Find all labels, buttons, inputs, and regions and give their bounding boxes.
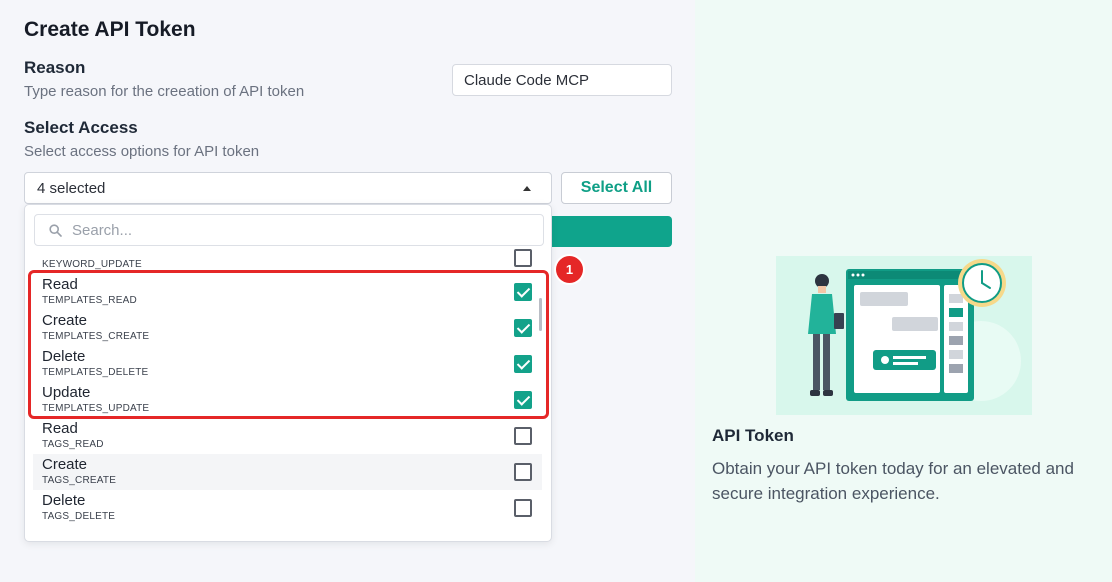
- reason-input[interactable]: [452, 64, 672, 96]
- option-code: TAGS_READ: [42, 439, 104, 450]
- option-label: Delete: [42, 492, 86, 509]
- highlight-box: [28, 270, 549, 419]
- option-keyword-update[interactable]: KEYWORD_UPDATE: [25, 238, 551, 274]
- annotation-marker: 1: [556, 256, 583, 283]
- page-title: Create API Token: [24, 18, 196, 41]
- reason-subtitle: Type reason for the creeation of API tok…: [24, 83, 305, 100]
- option-checkbox[interactable]: [514, 427, 532, 445]
- option-checkbox[interactable]: [514, 249, 532, 267]
- access-subtitle: Select access options for API token: [24, 143, 260, 160]
- reason-title: Reason: [24, 58, 86, 77]
- option-checkbox[interactable]: [514, 499, 532, 517]
- create-token-button[interactable]: [549, 216, 672, 247]
- option-label: Create: [42, 456, 88, 473]
- access-selected-count: 4 selected: [37, 179, 106, 197]
- access-title: Select Access: [24, 118, 138, 137]
- info-description: Obtain your API token today for an eleva…: [712, 459, 1074, 503]
- search-icon: [49, 223, 62, 237]
- info-title: API Token: [712, 426, 794, 445]
- option-label: Read: [42, 420, 78, 437]
- option-code: TAGS_DELETE: [42, 511, 116, 522]
- option-checkbox[interactable]: [514, 463, 532, 481]
- api-token-illustration: [776, 256, 1032, 415]
- access-select[interactable]: 4 selected: [24, 172, 552, 204]
- search-input[interactable]: [72, 221, 512, 239]
- option-code: KEYWORD_UPDATE: [42, 259, 142, 270]
- caret-up-icon: [523, 185, 531, 191]
- select-all-button[interactable]: Select All: [561, 172, 672, 204]
- option-code: TAGS_CREATE: [42, 475, 117, 486]
- option-tags-delete[interactable]: Delete TAGS_DELETE: [25, 490, 551, 526]
- option-tags-create[interactable]: Create TAGS_CREATE: [33, 454, 542, 490]
- option-tags-read[interactable]: Read TAGS_READ: [25, 418, 551, 454]
